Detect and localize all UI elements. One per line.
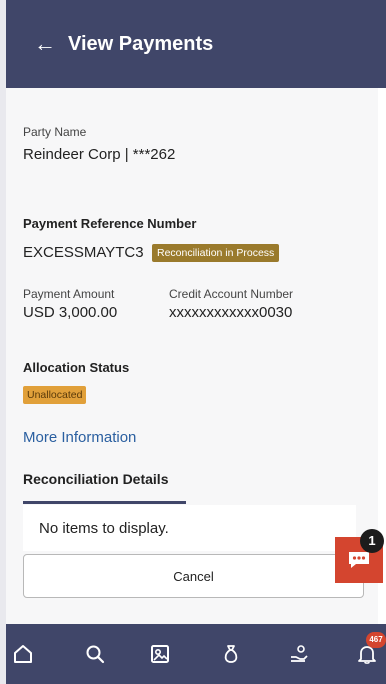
- payment-reference-label: Payment Reference Number: [23, 216, 197, 231]
- reconciliation-details-tab[interactable]: Reconciliation Details: [23, 471, 168, 487]
- back-arrow-icon[interactable]: ←: [34, 33, 56, 55]
- allocation-status-label: Allocation Status: [23, 360, 130, 375]
- payment-amount-label: Payment Amount: [23, 287, 115, 301]
- search-icon[interactable]: [84, 643, 106, 665]
- reconciliation-empty-state: No items to display.: [23, 505, 356, 551]
- payment-reference-value: EXCESSMAYTC3: [23, 244, 144, 261]
- money-bag-icon[interactable]: [220, 643, 242, 665]
- payments-hand-icon[interactable]: [288, 643, 310, 665]
- chat-notification-badge: 1: [360, 529, 384, 553]
- tab-active-underline: [23, 501, 186, 504]
- empty-state-text: No items to display.: [39, 520, 169, 537]
- party-name-value: Reindeer Corp | ***262: [23, 146, 176, 163]
- dashboard-icon[interactable]: [149, 643, 171, 665]
- chat-icon: [349, 552, 369, 568]
- reconciliation-status-badge: Reconciliation in Process: [152, 244, 280, 262]
- home-icon[interactable]: [12, 643, 34, 665]
- cancel-button[interactable]: Cancel: [23, 554, 364, 598]
- more-information-link[interactable]: More Information: [23, 429, 136, 446]
- allocation-status-badge: Unallocated: [23, 386, 87, 404]
- credit-account-label: Credit Account Number: [169, 287, 294, 301]
- credit-account-value: xxxxxxxxxxxx0030: [169, 304, 293, 321]
- page-title: View Payments: [68, 32, 214, 55]
- notification-count-badge: 467: [366, 632, 386, 648]
- app-header: ← View Payments: [6, 0, 386, 88]
- payment-amount-value: USD 3,000.00: [23, 304, 118, 321]
- bottom-navigation: [6, 624, 386, 684]
- party-name-label: Party Name: [23, 125, 87, 139]
